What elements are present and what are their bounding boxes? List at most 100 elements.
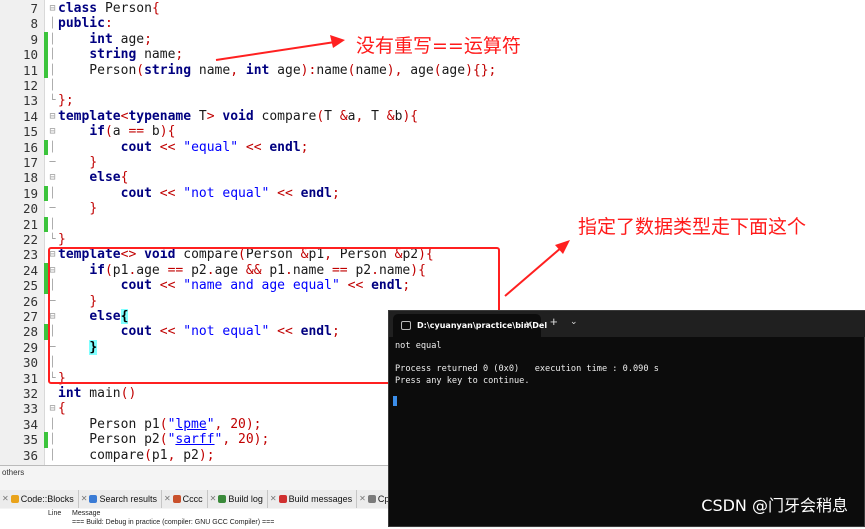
log-tab[interactable]: ✕ Cccc xyxy=(161,490,208,508)
line-number: 12 xyxy=(22,78,38,93)
line-number: 14 xyxy=(22,108,38,124)
code-text: Person p2("sarff", 20); xyxy=(58,432,270,448)
close-icon[interactable]: ✕ xyxy=(525,314,533,337)
terminal-window[interactable]: D:\cyuanyan\practice\bin\Del ✕ + ⌄ not e… xyxy=(388,310,865,527)
fold-marker: ─ xyxy=(49,203,56,215)
code-text: public: xyxy=(58,16,113,32)
fold-marker[interactable]: ⊟ xyxy=(48,1,57,16)
terminal-tab[interactable]: D:\cyuanyan\practice\bin\Del ✕ xyxy=(393,314,547,337)
line-number: 32 xyxy=(22,386,38,401)
code-text: string name; xyxy=(89,47,184,63)
close-icon[interactable]: ✕ xyxy=(359,490,366,508)
close-icon[interactable]: ✕ xyxy=(270,490,277,508)
line-number: 9 xyxy=(30,31,38,47)
line-number: 34 xyxy=(22,416,38,432)
line-number: 36 xyxy=(22,447,38,463)
log-tab[interactable]: ✕ Search results xyxy=(78,490,162,508)
fold-marker: │ xyxy=(49,449,56,461)
fold-marker: ─ xyxy=(49,157,56,168)
line-number: 20 xyxy=(22,201,38,217)
fold-marker: └ xyxy=(49,234,56,245)
fold-marker[interactable]: ⊟ xyxy=(48,401,57,416)
code-line[interactable]: 8 │ public: xyxy=(0,16,865,31)
fold-marker: │ xyxy=(49,218,56,230)
log-tab[interactable]: ✕ Build log xyxy=(207,490,268,508)
code-line[interactable]: 7 ⊟ class Person{ xyxy=(0,1,865,16)
line-number: 15 xyxy=(22,124,38,140)
code-line[interactable]: 16 │ cout << "equal" << endl; xyxy=(0,139,865,155)
fold-marker: └ xyxy=(49,95,56,107)
code-text: cout << "equal" << endl; xyxy=(120,139,309,155)
code-text: } xyxy=(89,201,98,217)
close-icon[interactable]: ✕ xyxy=(2,490,9,508)
line-number: 21 xyxy=(22,216,38,232)
line-number: 30 xyxy=(22,355,38,371)
line-number: 24 xyxy=(22,262,38,278)
search-icon xyxy=(89,495,98,503)
code-line[interactable]: 13 └}; xyxy=(0,93,865,108)
fold-marker[interactable]: ⊟ xyxy=(48,109,57,124)
terminal-tabbar: D:\cyuanyan\practice\bin\Del ✕ + ⌄ xyxy=(389,311,865,337)
line-number: 19 xyxy=(22,185,38,201)
code-line[interactable]: 12 │ xyxy=(0,78,865,93)
fold-marker: │ xyxy=(49,187,56,199)
line-number: 25 xyxy=(22,278,38,294)
close-icon[interactable]: ✕ xyxy=(81,490,88,508)
cppcheck-icon xyxy=(367,495,376,503)
annotation-specialization: 指定了数据类型走下面这个 xyxy=(578,216,807,238)
line-number: 27 xyxy=(22,309,38,324)
log-tab-label: Search results xyxy=(99,494,157,504)
code-text: int age; xyxy=(89,31,152,47)
code-text: Person(string name, int age):name(name),… xyxy=(58,62,497,78)
line-number: 8 xyxy=(30,16,38,32)
log-tab-label: Build messages xyxy=(288,494,353,504)
fold-marker: │ xyxy=(49,64,56,76)
fold-marker[interactable]: ⊟ xyxy=(48,170,57,185)
line-number: 35 xyxy=(22,432,38,448)
code-text: if(a == b){ xyxy=(89,124,176,140)
line-number: 26 xyxy=(22,293,38,309)
terminal-output: not equal Process returned 0 (0x0) execu… xyxy=(395,341,659,386)
chevron-down-icon[interactable]: ⌄ xyxy=(570,316,578,327)
fold-marker: │ xyxy=(49,141,56,153)
code-line[interactable]: 15 ⊟ if(a == b){ xyxy=(0,124,865,139)
logs-tabbar: ✕ Code::Blocks ✕ Search results ✕ Cccc ✕ Build … xyxy=(0,490,425,508)
log-col-line: Line xyxy=(48,510,62,517)
line-number: 28 xyxy=(22,324,38,340)
code-line[interactable]: 17 ─ } xyxy=(0,155,865,170)
line-number: 22 xyxy=(22,232,38,247)
cccc-icon xyxy=(172,495,181,503)
codeblocks-icon xyxy=(10,495,19,503)
log-tab[interactable]: ✕ Build messages xyxy=(267,490,358,508)
gear-icon xyxy=(218,495,227,503)
log-tab-label: Code::Blocks xyxy=(20,494,74,504)
line-number: 17 xyxy=(22,155,38,170)
code-text: template<typename T> void compare(T &a, … xyxy=(58,108,419,124)
fold-marker: │ xyxy=(49,18,56,30)
fold-marker[interactable]: ⊟ xyxy=(48,124,57,139)
log-tab-label: Build log xyxy=(228,494,263,504)
log-message: === Build: Debug in practice (compiler: … xyxy=(72,519,275,526)
line-number: 10 xyxy=(22,47,38,63)
line-number: 31 xyxy=(22,370,38,386)
log-tab[interactable]: ✕ Code::Blocks xyxy=(0,490,79,508)
line-number: 29 xyxy=(22,339,38,355)
code-line[interactable]: 19 │ cout << "not equal" << endl; xyxy=(0,185,865,202)
fold-marker: │ xyxy=(49,49,56,61)
fold-marker: │ xyxy=(49,418,56,430)
fold-marker: │ xyxy=(49,33,56,45)
code-text: { xyxy=(58,401,66,417)
code-line[interactable]: 14 ⊟ template<typename T> void compare(T &… xyxy=(0,109,865,124)
line-number: 7 xyxy=(30,1,38,16)
code-line[interactable]: 11 │ Person(string name, int age):name(na… xyxy=(0,62,865,78)
terminal-cursor xyxy=(393,396,397,406)
line-number: 13 xyxy=(22,93,38,109)
code-text: } xyxy=(89,155,98,170)
code-text: class Person{ xyxy=(58,1,160,16)
code-text: Person p1("lpme", 20); xyxy=(58,416,262,432)
close-icon[interactable]: ✕ xyxy=(164,490,171,508)
new-tab-icon[interactable]: + xyxy=(550,314,558,329)
close-icon[interactable]: ✕ xyxy=(210,490,217,508)
code-text: cout << "not equal" << endl; xyxy=(120,185,340,201)
code-line[interactable]: 18 ⊟ else{ xyxy=(0,170,865,185)
